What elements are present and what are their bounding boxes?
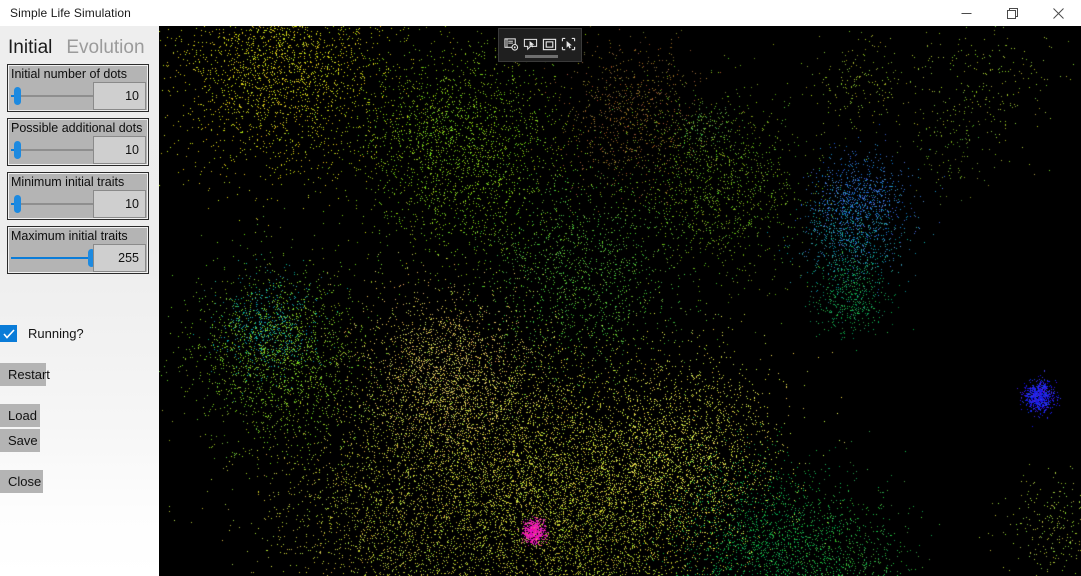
window-title: Simple Life Simulation [10, 6, 131, 20]
slider-label: Initial number of dots [11, 67, 128, 81]
running-checkbox[interactable] [0, 325, 17, 342]
go-to-live-visual-tree-icon[interactable] [502, 33, 521, 55]
simulation-canvas[interactable] [159, 26, 1081, 576]
slider-label: Possible additional dots [11, 121, 143, 135]
slider-group-1[interactable]: Possible additional dots 10 [8, 119, 148, 165]
tab-evolution[interactable]: Evolution [66, 36, 144, 60]
slider-control[interactable] [9, 137, 101, 165]
close-app-button[interactable]: Close [0, 470, 43, 493]
close-button[interactable] [1035, 0, 1081, 26]
slider-control[interactable] [9, 191, 101, 219]
slider-label: Minimum initial traits [11, 175, 125, 189]
slider-control[interactable] [9, 83, 101, 111]
tab-initial[interactable]: Initial [8, 36, 52, 60]
slider-group-3[interactable]: Maximum initial traits 255 [8, 227, 148, 273]
xaml-live-toolbar[interactable] [498, 28, 582, 62]
restart-button[interactable]: Restart [0, 363, 50, 386]
slider-control[interactable] [9, 245, 101, 273]
save-button[interactable]: Save [0, 429, 40, 452]
slider-track[interactable] [11, 203, 99, 205]
enable-selection-icon[interactable] [521, 33, 540, 55]
slider-value-box[interactable]: 10 [93, 82, 146, 110]
running-checkbox-label: Running? [28, 326, 84, 341]
slider-value-box[interactable]: 10 [93, 190, 146, 218]
minimize-button[interactable] [943, 0, 989, 26]
slider-thumb[interactable] [14, 195, 21, 213]
app-window: Simple Life Simulation Initial Evolution… [0, 0, 1081, 576]
slider-fill [11, 257, 88, 259]
running-checkbox-row[interactable]: Running? [0, 325, 84, 342]
slider-value-box[interactable]: 10 [93, 136, 146, 164]
slider-thumb[interactable] [14, 87, 21, 105]
slider-group-2[interactable]: Minimum initial traits 10 [8, 173, 148, 219]
load-button[interactable]: Load [0, 404, 40, 427]
slider-thumb[interactable] [14, 141, 21, 159]
slider-label: Maximum initial traits [11, 229, 128, 243]
track-focused-element-icon[interactable] [559, 33, 578, 55]
particle-field[interactable] [159, 26, 1081, 576]
title-bar: Simple Life Simulation [0, 0, 1081, 26]
tab-bar: Initial Evolution [0, 28, 159, 60]
window-controls [943, 0, 1081, 26]
slider-track[interactable] [11, 95, 99, 97]
slider-track[interactable] [11, 149, 99, 151]
display-layout-adorner-icon[interactable] [540, 33, 559, 55]
check-icon [2, 328, 15, 339]
slider-value-box[interactable]: 255 [93, 244, 146, 272]
slider-group-0[interactable]: Initial number of dots 10 [8, 65, 148, 111]
toolbar-drag-handle[interactable] [525, 55, 558, 58]
sidebar-panel: Initial Evolution Initial number of dots… [0, 26, 159, 576]
maximize-button[interactable] [989, 0, 1035, 26]
